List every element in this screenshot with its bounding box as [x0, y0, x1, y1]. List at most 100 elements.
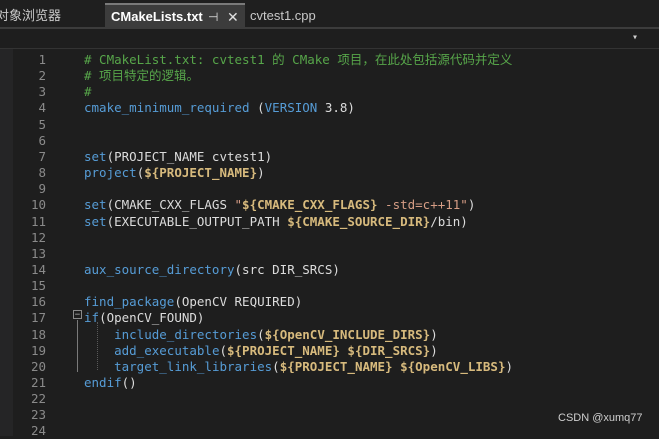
code-text: include_directories(${OpenCV_INCLUDE_DIR… — [84, 327, 438, 343]
close-icon[interactable]: ✕ — [227, 5, 239, 29]
tab-label: cvtest1.cpp — [250, 8, 316, 23]
code-token: endif — [84, 375, 122, 390]
line-number: 14 — [30, 261, 46, 277]
code-token: " — [234, 197, 243, 213]
code-line[interactable]: 14 aux_source_directory(src DIR_SRCS) — [0, 262, 659, 278]
line-number: 6 — [38, 132, 46, 148]
indent-guide — [97, 322, 99, 370]
code-line[interactable]: 2 # 项目特定的逻辑。 — [0, 68, 659, 84]
code-token: VERSION — [264, 100, 318, 116]
code-token: ( — [249, 100, 265, 116]
code-token: ( — [272, 358, 280, 374]
code-line[interactable]: 11 set(EXECUTABLE_OUTPUT_PATH ${CMAKE_SOU… — [0, 214, 659, 230]
chevron-down-icon[interactable]: ▾ — [628, 32, 642, 44]
watermark: CSDN @xumq77 — [558, 412, 643, 424]
code-token: ) — [505, 358, 513, 374]
code-text: endif() — [84, 375, 137, 391]
code-token: ${PROJECT_NAME} — [279, 358, 393, 374]
collapse-icon[interactable]: − — [73, 310, 82, 320]
code-token: ${OpenCV_LIBS} — [400, 358, 506, 374]
line-number: 12 — [30, 229, 46, 245]
code-text: target_link_libraries(${PROJECT_NAME} ${… — [84, 359, 513, 375]
fold-region-line — [77, 320, 78, 372]
code-token: find_package — [84, 294, 175, 310]
line-number: 16 — [30, 294, 46, 310]
code-token: set — [84, 213, 107, 229]
code-token: (src DIR_SRCS) — [234, 261, 340, 277]
code-token: ) — [467, 197, 476, 213]
code-token: ) — [430, 326, 438, 342]
tab-object-browser[interactable]: 对象浏览器 — [0, 5, 61, 27]
line-number: 2 — [38, 68, 46, 84]
code-line[interactable]: 12 — [0, 230, 659, 246]
code-text: if(OpenCV_FOUND) — [84, 310, 204, 326]
line-number: 7 — [38, 148, 46, 164]
line-number: 5 — [38, 116, 46, 132]
code-token: # 项目特定的逻辑。 — [84, 68, 200, 84]
code-line[interactable]: 9 — [0, 181, 659, 197]
code-line[interactable]: 4 cmake_minimum_required (VERSION 3.8) — [0, 100, 659, 116]
line-number: 24 — [30, 423, 46, 439]
navigation-bar: ▾ — [0, 29, 659, 49]
code-line[interactable]: 22 — [0, 391, 659, 407]
line-number: 3 — [38, 84, 46, 100]
code-line[interactable]: 3 # — [0, 84, 659, 100]
line-number: 13 — [30, 245, 46, 261]
code-text: add_executable(${PROJECT_NAME} ${DIR_SRC… — [84, 343, 438, 359]
code-line[interactable]: 5 — [0, 117, 659, 133]
code-token: include_directories — [114, 326, 258, 342]
code-token: (OpenCV_FOUND) — [99, 310, 205, 326]
code-token: ) — [430, 342, 438, 358]
code-text: set(PROJECT_NAME cvtest1) — [84, 149, 272, 165]
code-line[interactable]: 1 # CMakeList.txt: cvtest1 的 CMake 项目，在此处… — [0, 52, 659, 68]
line-number: 20 — [30, 358, 46, 374]
code-line[interactable]: 13 — [0, 246, 659, 262]
code-text: cmake_minimum_required (VERSION 3.8) — [84, 100, 355, 116]
code-token: set — [84, 197, 107, 213]
line-number: 10 — [30, 197, 46, 213]
code-token: target_link_libraries — [114, 358, 273, 374]
code-token: (EXECUTABLE_OUTPUT_PATH — [106, 213, 288, 229]
pin-icon[interactable]: ⊣ — [208, 5, 218, 29]
code-token: project — [84, 165, 137, 181]
code-token: -std=c++11" — [377, 197, 468, 213]
code-line[interactable]: 8 project(${PROJECT_NAME}) — [0, 165, 659, 181]
line-number: 19 — [30, 342, 46, 358]
code-token: /bin) — [430, 213, 468, 229]
line-number: 22 — [30, 391, 46, 407]
code-text: set(CMAKE_CXX_FLAGS "${CMAKE_CXX_FLAGS} … — [84, 197, 475, 213]
code-token: add_executable — [114, 342, 220, 358]
code-token: ${CMAKE_SOURCE_DIR} — [287, 213, 431, 229]
code-token: (OpenCV REQUIRED) — [174, 294, 303, 310]
code-line[interactable]: 7 set(PROJECT_NAME cvtest1) — [0, 149, 659, 165]
code-text: # — [84, 84, 92, 100]
line-number: 23 — [30, 407, 46, 423]
code-text: # 项目特定的逻辑。 — [84, 68, 199, 84]
line-number: 11 — [30, 213, 46, 229]
tab-label: CMakeLists.txt — [111, 9, 203, 24]
tab-cvtest1-cpp[interactable]: cvtest1.cpp — [250, 5, 316, 27]
code-text: aux_source_directory(src DIR_SRCS) — [84, 262, 340, 278]
code-line[interactable]: 24 — [0, 423, 659, 439]
tab-cmakelists[interactable]: CMakeLists.txt ⊣ ✕ — [105, 3, 245, 29]
code-token: ${CMAKE_CXX_FLAGS} — [242, 197, 378, 213]
line-number: 15 — [30, 278, 46, 294]
code-token: # — [84, 84, 92, 100]
line-number: 8 — [38, 165, 46, 181]
code-editor[interactable]: 1 # CMakeList.txt: cvtest1 的 CMake 项目，在此处… — [0, 49, 659, 439]
code-token: ${PROJECT_NAME} — [227, 342, 340, 358]
line-number: 18 — [30, 326, 46, 342]
code-token: ) — [257, 165, 265, 181]
code-line[interactable]: 16 find_package(OpenCV REQUIRED) — [0, 294, 659, 310]
code-token: ${PROJECT_NAME} — [144, 165, 258, 181]
code-line[interactable]: 6 — [0, 133, 659, 149]
code-token: ${DIR_SRCS} — [347, 342, 431, 358]
code-token: aux_source_directory — [84, 261, 235, 277]
code-line[interactable]: 10 set(CMAKE_CXX_FLAGS "${CMAKE_CXX_FLAGS… — [0, 197, 659, 213]
code-line[interactable]: 21 endif() — [0, 375, 659, 391]
code-line[interactable]: 15 — [0, 278, 659, 294]
code-text: project(${PROJECT_NAME}) — [84, 165, 265, 181]
